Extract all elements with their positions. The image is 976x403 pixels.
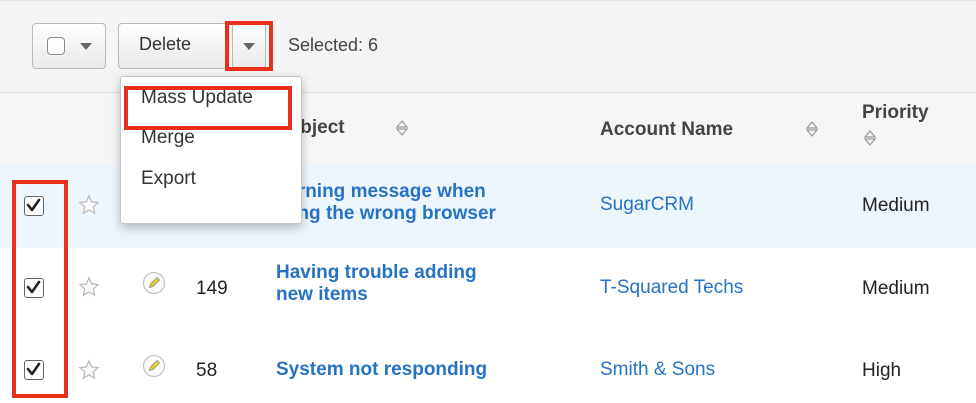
menu-item-merge[interactable]: Merge (141, 127, 195, 149)
subject-link[interactable]: Warning message when using the wrong bro… (270, 181, 570, 225)
caret-down-icon (80, 43, 92, 50)
sort-icon[interactable] (396, 120, 408, 136)
selected-count: Selected: 6 (288, 35, 379, 55)
delete-button[interactable]: Delete (118, 23, 228, 69)
column-header-priority[interactable]: Priority (862, 102, 929, 124)
case-number: 58 (196, 360, 218, 381)
pencil-icon[interactable] (142, 271, 166, 295)
star-icon[interactable] (78, 194, 100, 216)
sort-icon[interactable] (806, 121, 818, 137)
table-row[interactable]: 149 Having trouble adding new items T-Sq… (0, 248, 976, 325)
subject-link[interactable]: System not responding (276, 359, 576, 381)
list-view: Delete Selected: 6 Subject Account Name … (0, 0, 976, 403)
column-header-account[interactable]: Account Name (600, 119, 733, 141)
priority-value: Medium (862, 195, 930, 216)
account-link[interactable]: Smith & Sons (600, 359, 715, 381)
select-all-button[interactable] (32, 23, 106, 69)
priority-value: High (862, 360, 902, 381)
pencil-icon[interactable] (142, 354, 166, 378)
sort-icon[interactable] (864, 130, 876, 146)
table-row[interactable]: 58 System not responding Smith & Sons Hi… (0, 324, 976, 403)
subject-link[interactable]: Having trouble adding new items (276, 262, 576, 306)
account-link[interactable]: SugarCRM (600, 194, 694, 216)
delete-label: Delete (139, 34, 192, 54)
menu-item-export[interactable]: Export (141, 168, 196, 190)
case-number: 149 (196, 278, 228, 299)
checkbox-icon (47, 37, 65, 55)
account-link[interactable]: T-Squared Techs (600, 277, 743, 299)
priority-value: Medium (862, 278, 930, 299)
mass-update-highlight (124, 86, 292, 130)
dropdown-toggle-highlight (225, 21, 273, 71)
star-icon[interactable] (78, 276, 100, 298)
checkbox-column-highlight (12, 180, 68, 398)
star-icon[interactable] (78, 359, 100, 381)
